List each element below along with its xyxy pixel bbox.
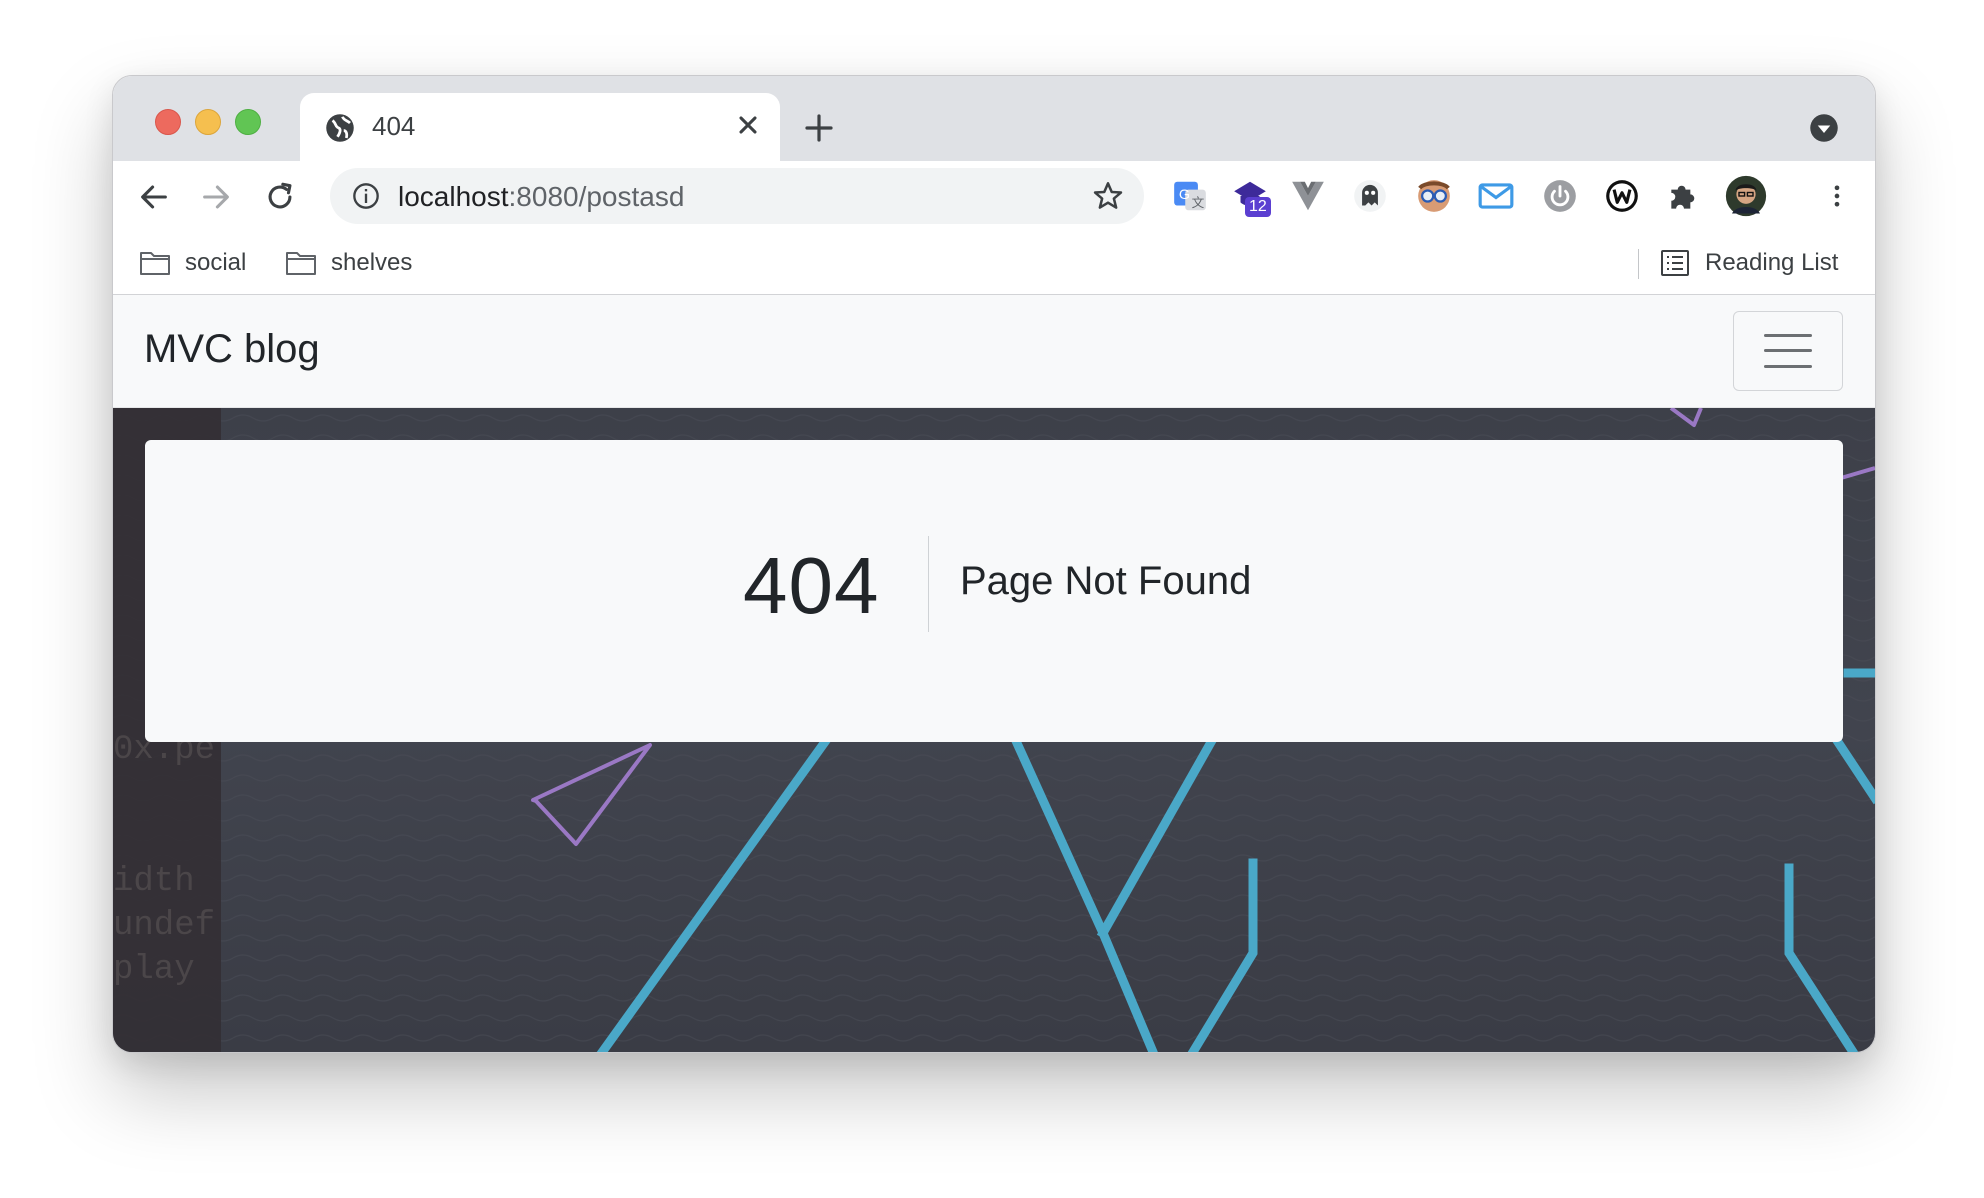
- address-bar[interactable]: localhost:8080/postasd: [330, 168, 1144, 224]
- maximize-window-button[interactable]: [235, 109, 261, 135]
- back-icon[interactable]: [137, 180, 171, 214]
- forward-icon[interactable]: [199, 180, 233, 214]
- site-brand[interactable]: MVC blog: [144, 327, 320, 372]
- browser-window: 404 localhost:8080/postasd G 文 12 social…: [112, 75, 1876, 1053]
- bookmarks-bar: social shelves Reading List: [113, 233, 1875, 295]
- web-page: MVC blog 0x.pe idth undef play 404 Page …: [113, 295, 1875, 1052]
- reading-list-icon: [1661, 250, 1689, 276]
- extension-badge: 12: [1245, 197, 1271, 217]
- error-card: 404 Page Not Found: [145, 440, 1843, 742]
- extensions-puzzle-icon[interactable]: [1665, 177, 1703, 215]
- tab-active[interactable]: 404: [300, 93, 780, 161]
- tab-strip: 404: [113, 76, 1875, 161]
- svg-text:play: play: [113, 951, 195, 989]
- url-path: :8080/postasd: [508, 181, 685, 212]
- bookmark-folder-social[interactable]: social: [139, 245, 246, 281]
- vue-devtools-icon[interactable]: [1289, 177, 1327, 215]
- folder-icon: [286, 252, 316, 275]
- avatar[interactable]: [1725, 175, 1767, 217]
- close-window-button[interactable]: [155, 109, 181, 135]
- wappalyzer-icon[interactable]: [1603, 177, 1641, 215]
- bookmark-label: social: [185, 249, 247, 276]
- menu-toggle-button[interactable]: [1733, 311, 1843, 391]
- bookmarks-divider: [1638, 249, 1639, 279]
- hero-background: 0x.pe idth undef play 404 Page Not Found: [113, 408, 1875, 1052]
- folder-icon: [140, 252, 170, 275]
- tab-title: 404: [372, 111, 416, 141]
- bookmark-label: shelves: [331, 249, 413, 276]
- reload-icon[interactable]: [263, 180, 297, 214]
- hamburger-icon: [1764, 334, 1812, 337]
- svg-text:文: 文: [1192, 196, 1205, 210]
- svg-text:G: G: [1179, 187, 1190, 203]
- close-tab-icon[interactable]: [734, 111, 762, 139]
- globe-icon: [326, 114, 354, 142]
- ghostery-icon[interactable]: [1351, 177, 1389, 215]
- error-code: 404: [743, 541, 880, 630]
- svg-text:undef: undef: [113, 907, 215, 945]
- glasses-extension-icon[interactable]: [1415, 177, 1453, 215]
- mail-icon[interactable]: [1477, 177, 1515, 215]
- minimize-window-button[interactable]: [195, 109, 221, 135]
- reading-list-label: Reading List: [1705, 249, 1839, 276]
- error-divider: [928, 536, 929, 632]
- site-info-icon[interactable]: [352, 182, 380, 210]
- graduation-cap-icon[interactable]: 12: [1231, 177, 1271, 217]
- google-translate-icon[interactable]: G 文: [1171, 177, 1209, 215]
- url-host: localhost: [398, 181, 509, 212]
- browser-toolbar: localhost:8080/postasd G 文 12: [113, 161, 1875, 233]
- power-icon[interactable]: [1541, 177, 1579, 215]
- site-navbar: MVC blog: [113, 295, 1875, 408]
- error-message: Page Not Found: [960, 559, 1252, 603]
- new-tab-icon[interactable]: [803, 112, 835, 144]
- more-menu-icon[interactable]: [1823, 177, 1851, 215]
- svg-text:idth: idth: [113, 863, 195, 901]
- reading-list-button[interactable]: Reading List: [1659, 245, 1838, 281]
- bookmark-folder-shelves[interactable]: shelves: [285, 245, 412, 281]
- tab-search-icon[interactable]: [1809, 113, 1839, 143]
- bookmark-star-icon[interactable]: [1092, 180, 1124, 212]
- url-text[interactable]: localhost:8080/postasd: [398, 181, 684, 213]
